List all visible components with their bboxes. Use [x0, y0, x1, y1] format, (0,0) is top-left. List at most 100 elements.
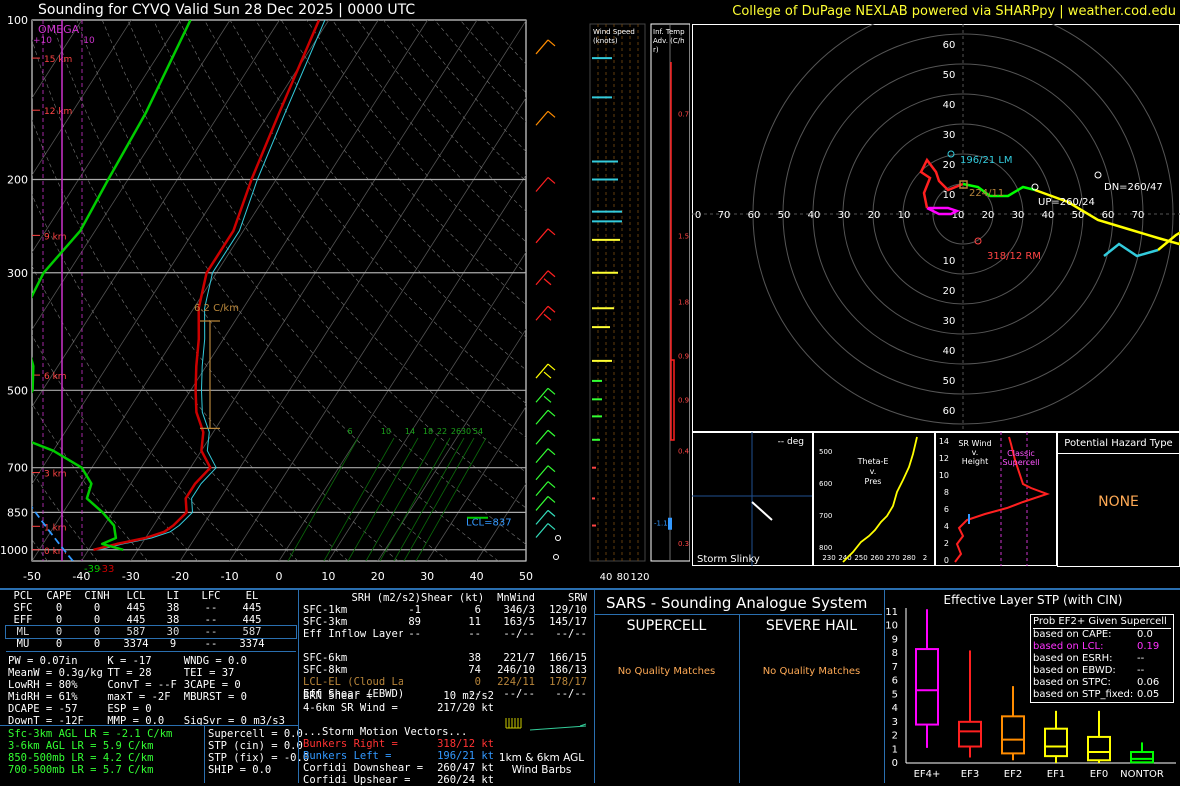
stp-prob-row: based on STP_fixed: 0.05: [1033, 689, 1171, 701]
hodo-tick-x: 40: [1042, 210, 1055, 221]
stp-prob-label: based on CAPE:: [1033, 629, 1112, 640]
temp-label: 50: [519, 570, 533, 583]
hodo-tick-y: 30: [943, 316, 956, 327]
hodo-tick-x: 30: [1012, 210, 1025, 221]
kin-extra-label: Corfidi Upshear =: [303, 774, 411, 786]
ws-tick: 80: [617, 572, 630, 583]
parcel-cell: 0: [55, 614, 63, 626]
theta-x-tick: 270: [886, 554, 899, 562]
parcel-cell: 0: [55, 638, 63, 650]
temp-label: 40: [470, 570, 484, 583]
hodo-up-label: UP=260/24: [1038, 197, 1095, 208]
hodo-rm-label: 318/12 RM: [987, 251, 1041, 262]
stp-prob-row: based on LCL: 0.19: [1033, 641, 1171, 653]
kin-cell: --/--: [555, 628, 587, 640]
hodo-tick-x: 70: [718, 210, 731, 221]
ita-tick: 1.5: [678, 232, 689, 240]
stp-prob-value: 0.05: [1137, 689, 1160, 700]
stp-prob-title: Prob EF2+ Given Supercell: [1033, 616, 1171, 629]
composite-value: Supercell = 0.0: [208, 728, 303, 740]
stp-y-tick: 5: [892, 689, 898, 700]
pressure-label: 700: [7, 462, 28, 475]
hodo-tick-y: 50: [943, 70, 956, 81]
stp-y-tick: 3: [892, 717, 898, 728]
index-value: DCAPE = -57: [8, 703, 78, 715]
parcel-cell: 445: [126, 602, 146, 614]
calm-marker: [555, 535, 561, 541]
stp-prob-row: based on STPC: 0.06: [1033, 677, 1171, 689]
pressure-label: 850: [7, 506, 28, 519]
kin-cell: 38: [468, 652, 481, 664]
stp-y-tick: 9: [892, 634, 898, 645]
stp-y-tick: 6: [892, 676, 898, 687]
stp-prob-value: --: [1137, 665, 1145, 676]
theta-x-tick: 280: [902, 554, 915, 562]
slinky-title: Storm Slinky: [697, 554, 760, 565]
index-value: TEI = 37: [183, 667, 235, 679]
temp-label: -20: [171, 570, 189, 583]
sars-panel: SARS - Sounding Analogue System SUPERCEL…: [594, 588, 884, 783]
wind-barb-flag: [547, 305, 556, 313]
kin-cell: 221/7: [503, 652, 535, 664]
kin-cell: 74: [468, 664, 481, 676]
index-value: LowRH = 80%: [8, 679, 78, 691]
theta-title-1: Theta-E: [857, 457, 889, 466]
wind-barb: [535, 110, 549, 126]
kin-cell: 11: [468, 616, 481, 628]
wind-barbs: [535, 39, 561, 560]
hodo-tick-x: 10: [898, 210, 911, 221]
kin-cell: 224/11: [497, 676, 535, 688]
theta-title-3: Pres: [865, 477, 882, 486]
stp-prob-value: 0.19: [1137, 641, 1160, 652]
kin-cell: [481, 640, 535, 652]
wind-barb: [535, 363, 549, 379]
parcel-header-cell: LI: [166, 590, 180, 602]
hodo-tick-y: 60: [943, 40, 956, 51]
hodograph-panel: 0 70 60 50 40 30 20 10 10 20 30 40 50 60 70 60 50 40 30 20 1…: [692, 24, 1180, 432]
height-label: 9 km: [44, 232, 67, 242]
omega-tick: -10: [80, 36, 95, 46]
ita-tick: 0.7: [678, 110, 689, 118]
mixing-ratio-label: 54: [473, 427, 483, 436]
parcel-cell: EFF: [13, 614, 33, 626]
stp-category: EF0: [1090, 769, 1108, 780]
kin-cell: SFC-1km: [303, 604, 348, 616]
kin-extra-label: Bunkers Right =: [303, 738, 398, 750]
composite-params: Supercell = 0.0 STP (cin) = 0.0 STP (fix) …: [208, 728, 309, 776]
kin-header-cell: MnWind: [497, 592, 535, 604]
omega-tick: +10: [33, 36, 52, 46]
kin-row: SFC-6km 38 221/7 166/15: [303, 652, 593, 664]
wind-barb-flag: [547, 509, 556, 517]
kin-extra-label: 4-6km SR Wind =: [303, 702, 398, 714]
lapse-rate: 850-500mb LR = 4.2 C/km: [8, 752, 154, 764]
stp-prob-value: --: [1137, 653, 1145, 664]
calm-marker: [553, 554, 559, 560]
parcel-row: MU 0 0 3374 9 -- 3374: [6, 638, 296, 650]
height-label: 3 km: [44, 470, 67, 480]
pressure-axis-labels: 100 200 300 500 700 850 1000: [0, 14, 28, 557]
theta-x-tick: 250: [854, 554, 867, 562]
wind-barb: [535, 177, 549, 192]
stp-box: [1087, 735, 1111, 762]
theta-e-panel: 5006007008009002302402502602702802 Theta…: [813, 432, 935, 566]
hodo-tick-y: 50: [943, 376, 956, 387]
srw-y-tick: 12: [939, 454, 949, 463]
sars-hail: SEVERE HAIL: [765, 618, 858, 634]
srw-y-tick: 8: [944, 488, 949, 497]
stp-y-tick: 1: [892, 744, 898, 755]
skewt-panel: 1002003005007008501000 -50 -40 -30 -20 -10 0 1…: [0, 14, 690, 583]
hazard-panel: Potential Hazard Type NONE: [1057, 432, 1180, 567]
kin-row: SFC-1km -1 6 346/3 129/10: [303, 604, 593, 616]
kin-extra-label: Bunkers Left =: [303, 750, 392, 762]
kin-header-cell: SRH (m2/s2): [351, 592, 421, 604]
temp-label: 30: [420, 570, 434, 583]
kin-extra-label: Corfidi Downshear =: [303, 762, 424, 774]
kin-header-cell: [303, 592, 343, 604]
stp-y-tick: 8: [892, 648, 898, 659]
stp-title: Effective Layer STP (with CIN): [944, 593, 1123, 607]
wind-barb-flag: [543, 371, 552, 379]
kin-cell: 0: [474, 676, 481, 688]
temp-label: -50: [23, 570, 41, 583]
ita-tick: 0.4: [678, 448, 690, 456]
parcel-cell: 445: [242, 614, 262, 626]
